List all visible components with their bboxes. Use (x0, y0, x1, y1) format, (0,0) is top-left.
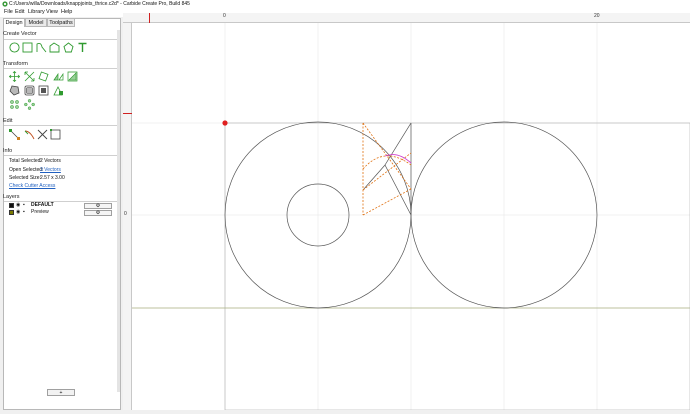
rotate-icon[interactable] (38, 71, 49, 82)
window-title: C:/Users/willa/Downloads/knappjoints_thr… (9, 1, 190, 7)
menu-library[interactable]: Library (28, 8, 45, 17)
menu-help[interactable]: Help (61, 8, 72, 17)
cut-icon[interactable] (37, 129, 48, 140)
divider (4, 68, 119, 69)
info-open-selected: Open Selected:3 Vectors (9, 167, 61, 173)
radial-array-icon[interactable] (24, 99, 35, 110)
section-info: Info (3, 148, 13, 154)
tab-design[interactable]: Design (3, 18, 25, 27)
open-selected-link[interactable]: 3 Vectors (40, 167, 61, 173)
weld-icon[interactable] (9, 85, 20, 96)
ruler-label: 0 (223, 13, 226, 19)
joint-outline[interactable] (362, 164, 386, 191)
divider (4, 125, 119, 126)
panel-scrollbar[interactable] (117, 30, 120, 392)
ruler-top: 0 20 (123, 13, 690, 23)
circle-icon[interactable] (9, 42, 20, 53)
check-cutter-access-link[interactable]: Check Cutter Access (9, 183, 55, 189)
info-value: 2 Vectors (40, 158, 61, 164)
layer-name: Preview (31, 209, 49, 215)
mirror-icon[interactable] (53, 71, 64, 82)
eye-icon[interactable]: ◉ (16, 202, 20, 209)
rectangle-icon[interactable] (22, 42, 33, 53)
title-bar: C:/Users/willa/Downloads/knappjoints_thr… (0, 0, 690, 8)
drawing-area[interactable] (132, 23, 690, 410)
menu-view[interactable]: View (46, 8, 58, 17)
origin-marker (222, 120, 228, 126)
node-edit-icon[interactable] (9, 129, 20, 140)
layer-row[interactable]: ◉ ▪ Preview ⚙ (9, 209, 114, 216)
boolean-icon[interactable] (24, 85, 35, 96)
info-selected-size: Selected Size:2.57 x 3.00 (9, 175, 65, 181)
section-edit: Edit (3, 118, 13, 124)
text-icon[interactable] (77, 42, 88, 53)
ruler-marker (149, 13, 150, 23)
eye-icon[interactable]: ◉ (16, 209, 20, 216)
section-layers: Layers (3, 194, 20, 200)
ruler-left: 0 (123, 23, 132, 410)
layer-color-swatch[interactable] (9, 210, 14, 215)
ruler-marker (123, 113, 132, 114)
add-layer-button[interactable]: + (47, 389, 75, 396)
panel-tabs: Design Model Toolpaths (3, 18, 121, 27)
bounding-box-icon[interactable] (50, 129, 61, 140)
stock-boundary (224, 122, 690, 410)
ruler-label: 0 (124, 211, 127, 217)
info-label: Total Selected: (9, 158, 42, 164)
inset-icon[interactable] (53, 85, 64, 96)
divider (4, 155, 119, 156)
pentagon-icon[interactable] (63, 42, 74, 53)
layer-name: DEFAULT (31, 202, 54, 208)
info-value: 2.57 x 3.00 (40, 175, 65, 181)
ruler-label: 20 (594, 13, 600, 19)
menu-edit[interactable]: Edit (15, 8, 24, 17)
layer-settings-button[interactable]: ⚙ (84, 210, 112, 216)
tab-toolpaths[interactable]: Toolpaths (47, 18, 75, 27)
app-icon (2, 1, 8, 7)
section-create-vector: Create Vector (3, 31, 37, 37)
lock-icon[interactable]: ▪ (23, 209, 25, 216)
move-icon[interactable] (9, 71, 20, 82)
curve-icon[interactable] (36, 42, 47, 53)
offset-icon[interactable] (38, 85, 49, 96)
info-label: Open Selected: (9, 167, 44, 173)
layer-row[interactable]: ◉ ▪ DEFAULT ⚙ (9, 202, 114, 209)
trim-icon[interactable] (24, 129, 35, 140)
menu-file[interactable]: File (4, 8, 13, 17)
polygon-icon[interactable] (49, 42, 60, 53)
info-label: Selected Size: (9, 175, 41, 181)
section-transform: Transform (3, 61, 28, 67)
tab-model[interactable]: Model (25, 18, 47, 27)
scale-icon[interactable] (24, 71, 35, 82)
layer-color-swatch[interactable] (9, 203, 14, 208)
align-icon[interactable] (67, 71, 78, 82)
array-icon[interactable] (9, 99, 20, 110)
divider (4, 39, 119, 40)
info-total-selected: Total Selected:2 Vectors (9, 158, 61, 164)
lock-icon[interactable]: ▪ (23, 202, 25, 209)
